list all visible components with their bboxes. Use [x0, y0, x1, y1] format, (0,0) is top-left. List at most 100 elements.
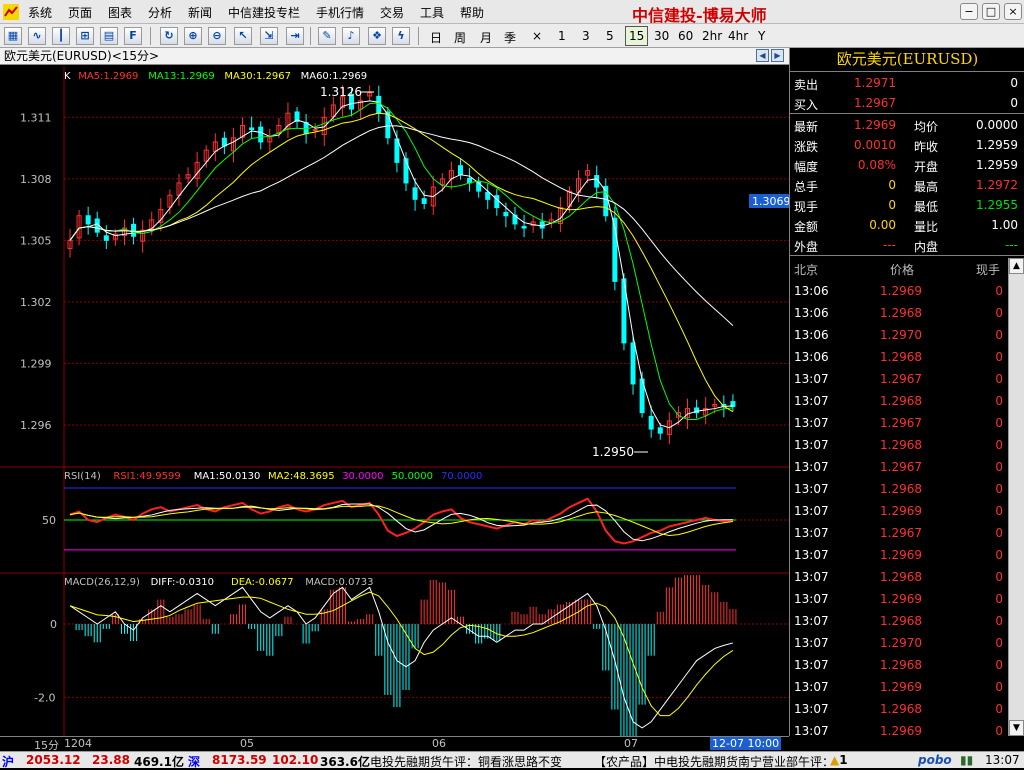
period-day[interactable]: 日 — [430, 29, 442, 46]
quote-label: 金额 — [794, 220, 819, 234]
tick-volume: 0 — [995, 372, 1003, 386]
zoom-out-icon[interactable]: ⊖ — [208, 27, 226, 45]
macd-legend-1: DIFF:-0.0310 — [151, 577, 214, 588]
sz-index: 8173.59 — [212, 753, 267, 767]
tick-row: 13:07 1.2968 0 — [790, 390, 1024, 412]
rsi-legend-2: MA1:50.0130 — [194, 471, 261, 482]
tick-volume: 0 — [995, 570, 1003, 584]
quote-row: 金额 0.00 量比 1.00 — [790, 215, 1024, 235]
candle-body — [403, 158, 409, 184]
lightning-icon[interactable]: ϟ — [392, 27, 410, 45]
period-year[interactable]: Y — [758, 29, 765, 43]
quote-label: 买入 — [794, 98, 819, 112]
news-ticker-1[interactable]: 电投先融期货午评：铜看涨思路不变 — [370, 753, 562, 770]
quote-panel: 欧元美元(EURUSD) 卖出 1.2971 0 买入 1.2967 0 最新 1.2969 均… — [789, 48, 1024, 738]
brand-title: 中信建投-博易大师 — [632, 6, 767, 25]
cursor-tool-icon[interactable]: ↖ — [234, 27, 252, 45]
news-ticker-2[interactable]: 【农产品】中电投先融期货南宁营业部午评： — [594, 753, 834, 770]
chart-area[interactable]: 1.311 1.308 1.305 1.302 1.299 1.296 1.3126 1.29… — [0, 48, 789, 736]
tick-time: 13:07 — [794, 680, 829, 694]
menu-mobile-quotes[interactable]: 手机行情 — [316, 4, 364, 21]
menu-analysis[interactable]: 分析 — [148, 4, 172, 21]
period-week[interactable]: 周 — [454, 29, 466, 46]
menu-news[interactable]: 新闻 — [188, 4, 212, 21]
close-button[interactable]: × — [1004, 3, 1022, 20]
sz-label: 深 — [188, 755, 201, 769]
menu-system[interactable]: 系统 — [28, 4, 52, 21]
menu-tools[interactable]: 工具 — [420, 4, 444, 21]
quote-label: 现手 — [794, 200, 819, 214]
menu-chart[interactable]: 图表 — [108, 4, 132, 21]
tick-volume: 0 — [995, 592, 1003, 606]
menu-trade[interactable]: 交易 — [380, 4, 404, 21]
tick-time: 13:07 — [794, 394, 829, 408]
scroll-up-icon[interactable]: ▲ — [1009, 258, 1024, 274]
tick-row: 13:07 1.2967 0 — [790, 456, 1024, 478]
legend-ma5: MA5:1.2969 — [78, 71, 138, 82]
alert-badge[interactable]: ▲1 — [830, 753, 848, 767]
candle-body — [539, 221, 545, 229]
chart-next-icon[interactable]: ▶ — [771, 49, 784, 62]
chart-prev-icon[interactable]: ◀ — [756, 49, 769, 62]
tick-time: 13:06 — [794, 328, 829, 342]
quote-value: 1.2971 — [854, 76, 896, 90]
alarm-bell-icon[interactable]: ♪ — [342, 27, 360, 45]
zoom-in-icon[interactable]: ⊕ — [184, 27, 202, 45]
period-5min[interactable]: 5 — [606, 29, 614, 43]
menu-help[interactable]: 帮助 — [460, 4, 484, 21]
kline-chart-svg[interactable]: 1.311 1.308 1.305 1.302 1.299 1.296 1.3126 1.29… — [0, 48, 789, 736]
quote-value-2: 1.00 — [991, 218, 1018, 232]
menu-citic-column[interactable]: 中信建投专栏 — [228, 4, 300, 21]
minimize-button[interactable]: − — [960, 3, 978, 20]
tick-price: 1.2968 — [880, 658, 922, 672]
tick-scrollbar[interactable]: ▲ ▼ — [1008, 258, 1024, 736]
macd-tick-label: 0 — [50, 618, 57, 631]
table-icon[interactable]: ▤ — [100, 27, 118, 45]
tick-row: 13:07 1.2969 0 — [790, 720, 1024, 742]
menu-bar: 系统 页面 图表 分析 新闻 中信建投专栏 手机行情 交易 工具 帮助 中信建投… — [0, 0, 1024, 25]
period-month[interactable]: 月 — [480, 29, 492, 46]
f10-icon[interactable]: F — [124, 27, 142, 45]
menu-page[interactable]: 页面 — [68, 4, 92, 21]
sz-amount: 363.6亿 — [320, 755, 370, 769]
color-settings-icon[interactable]: ❖ — [368, 27, 386, 45]
import-icon[interactable]: ⇥ — [286, 27, 304, 45]
quote-value-2: 0 — [1010, 96, 1018, 110]
maximize-button[interactable]: □ — [982, 3, 1000, 20]
period-4hr[interactable]: 4hr — [728, 29, 748, 43]
tick-volume: 0 — [995, 702, 1003, 716]
rsi-legend-1: RSI1:49.9599 — [113, 471, 180, 482]
scroll-down-icon[interactable]: ▼ — [1009, 720, 1024, 736]
macd-legend-0: MACD(26,12,9) — [64, 577, 140, 588]
period-3min[interactable]: 3 — [582, 29, 590, 43]
warning-icon: ▲ — [830, 753, 840, 767]
refresh-icon[interactable]: ↻ — [160, 27, 178, 45]
period-clear[interactable]: × — [532, 29, 542, 43]
trend-chart-icon[interactable]: ∿ — [28, 27, 46, 45]
period-30min[interactable]: 30 — [654, 29, 669, 43]
period-season[interactable]: 季 — [504, 29, 516, 46]
period-2hr[interactable]: 2hr — [702, 29, 722, 43]
chart-title: 欧元美元(EURUSD)<15分> — [4, 49, 160, 63]
tick-volume: 0 — [995, 658, 1003, 672]
tick-row: 13:06 1.2970 0 — [790, 324, 1024, 346]
pobo-logo: pobo — [918, 753, 952, 767]
period-60min[interactable]: 60 — [678, 29, 693, 43]
x-tick-label: 06 — [432, 737, 446, 750]
tick-row: 13:07 1.2967 0 — [790, 368, 1024, 390]
export-icon[interactable]: ⇲ — [260, 27, 278, 45]
multi-window-icon[interactable]: ⊞ — [76, 27, 94, 45]
tick-time: 13:07 — [794, 416, 829, 430]
tick-time: 13:07 — [794, 658, 829, 672]
quote-value: --- — [883, 238, 896, 252]
candlestick-icon[interactable]: ┃ — [52, 27, 70, 45]
tick-row: 13:07 1.2968 0 — [790, 698, 1024, 720]
draw-line-icon[interactable]: ✎ — [318, 27, 336, 45]
quote-value-2: 1.2955 — [976, 198, 1018, 212]
quote-value-2: 1.2959 — [976, 138, 1018, 152]
quote-value-2: --- — [1005, 238, 1018, 252]
period-1min[interactable]: 1 — [558, 29, 566, 43]
period-15min[interactable]: 15 — [625, 26, 649, 46]
quote-list-icon[interactable]: ▦ — [4, 27, 22, 45]
clock: 13:07 — [985, 753, 1020, 767]
